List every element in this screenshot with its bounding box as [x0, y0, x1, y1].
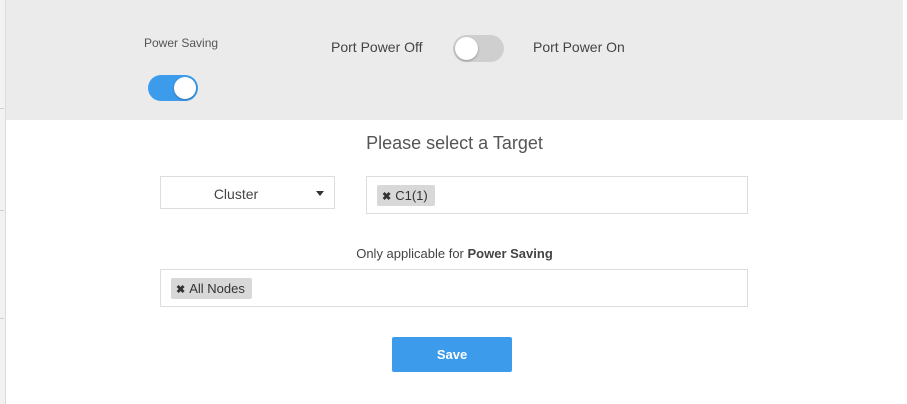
target-tag-input[interactable]: ✖ C1(1)	[366, 176, 748, 214]
tag-label: C1(1)	[395, 188, 428, 203]
toggle-knob	[455, 37, 478, 60]
modal-header: Power Saving Port Power Off Port Power O…	[6, 0, 903, 120]
port-power-off-label: Port Power Off	[331, 39, 423, 55]
caret-down-icon	[316, 191, 324, 196]
target-type-value: Cluster	[213, 186, 259, 202]
power-saving-label: Power Saving	[144, 36, 219, 50]
power-saving-toggle[interactable]	[148, 75, 198, 101]
port-power-modal: Power Saving Port Power Off Port Power O…	[6, 0, 903, 404]
target-heading: Please select a Target	[366, 133, 543, 153]
applicable-note-prefix: Only applicable for	[356, 246, 464, 261]
toggle-knob	[174, 77, 196, 99]
target-tag: ✖ C1(1)	[377, 185, 435, 206]
port-power-on-label: Port Power On	[533, 39, 625, 55]
save-button[interactable]: Save	[392, 337, 512, 372]
target-type-select[interactable]: Cluster	[160, 176, 335, 209]
strip-divider	[0, 210, 4, 211]
tag-label: All Nodes	[189, 281, 245, 296]
remove-tag-icon[interactable]: ✖	[382, 187, 391, 208]
strip-divider	[0, 108, 4, 109]
applicable-note: Only applicable for Power Saving	[6, 246, 903, 261]
node-tag: ✖ All Nodes	[171, 278, 252, 299]
strip-divider	[0, 318, 4, 319]
port-power-toggle[interactable]	[453, 35, 504, 62]
applicable-note-emphasis: Power Saving	[467, 246, 553, 261]
remove-tag-icon[interactable]: ✖	[176, 280, 185, 301]
nodes-tag-input[interactable]: ✖ All Nodes	[160, 269, 748, 307]
